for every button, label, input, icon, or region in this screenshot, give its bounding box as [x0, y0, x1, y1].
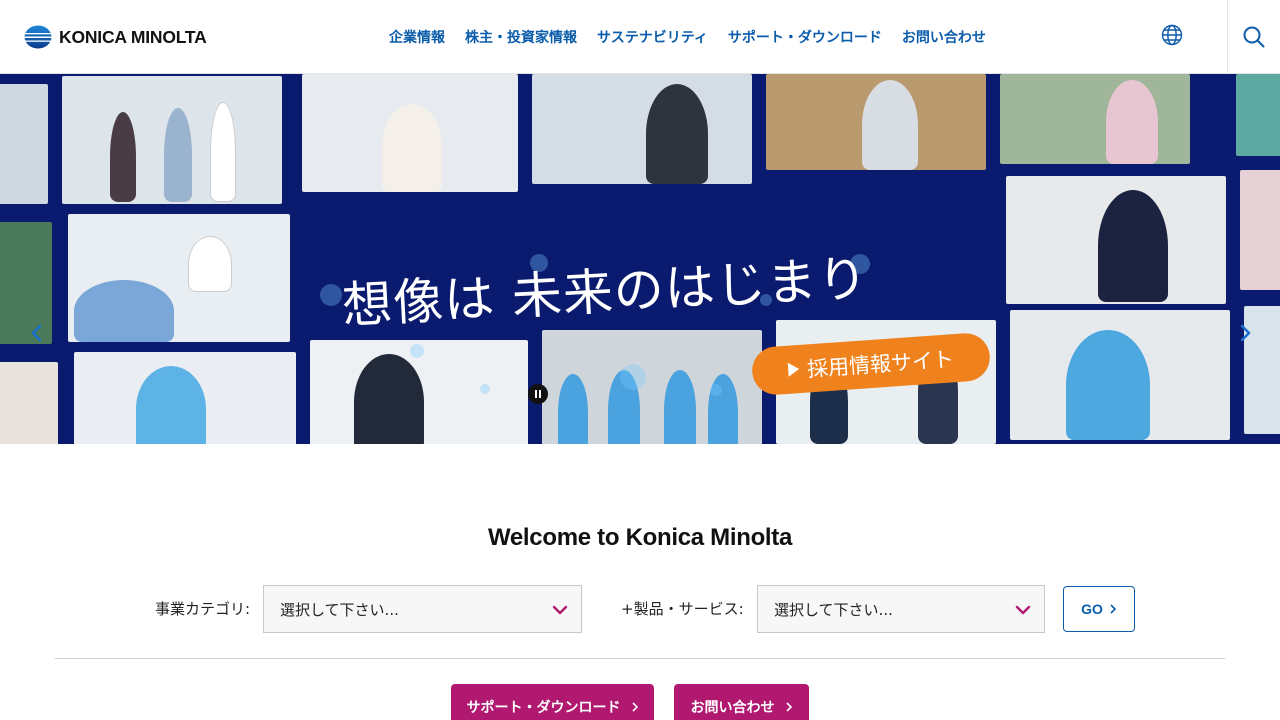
category-select[interactable]: 選択して下さい... [263, 585, 582, 633]
photo-tile [302, 74, 518, 192]
chevron-down-icon [1015, 605, 1031, 615]
go-button[interactable]: GO [1063, 586, 1135, 632]
section-divider [55, 658, 1225, 659]
konica-minolta-logo[interactable]: KONICA MINOLTA [24, 24, 207, 50]
photo-tile [1000, 74, 1190, 164]
nav-corporate-info[interactable]: 企業情報 [389, 28, 445, 48]
category-select-value: 選択して下さい... [280, 600, 399, 619]
support-download-label: サポート・ダウンロード [466, 700, 621, 716]
globe-icon[interactable] [1160, 23, 1184, 47]
product-label: +製品・サービス: [621, 600, 744, 618]
search-icon [1243, 26, 1265, 48]
nav-sustainability[interactable]: サステナビリティ [597, 28, 708, 48]
photo-tile [532, 74, 752, 184]
nav-investor-relations[interactable]: 株主・投資家情報 [465, 28, 577, 48]
photo-tile [1006, 176, 1226, 304]
chevron-right-icon[interactable] [1234, 322, 1256, 344]
chevron-right-icon [1110, 604, 1117, 614]
hero-headline-part1: 想像は [340, 269, 497, 335]
photo-tile [1236, 74, 1280, 156]
welcome-title: Welcome to Konica Minolta [487, 524, 793, 551]
global-nav: 企業情報 株主・投資家情報 サステナビリティ サポート・ダウンロード お問い合わ… [389, 28, 986, 48]
play-triangle-icon [787, 362, 800, 377]
nav-contact[interactable]: お問い合わせ [902, 28, 986, 48]
site-header: KONICA MINOLTA 企業情報 株主・投資家情報 サステナビリティ サポ… [0, 0, 1280, 74]
chevron-right-icon [631, 702, 638, 712]
nav-support-download[interactable]: サポート・ダウンロード [728, 28, 882, 48]
product-select-value: 選択して下さい... [774, 600, 893, 619]
photo-tile [0, 362, 58, 444]
contact-button[interactable]: お問い合わせ [674, 684, 809, 720]
contact-label: お問い合わせ [690, 700, 775, 716]
search-button[interactable] [1227, 0, 1280, 74]
chevron-down-icon [552, 605, 568, 615]
photo-tile [1010, 310, 1230, 440]
photo-tile [0, 84, 48, 204]
photo-tile [74, 352, 296, 444]
hero-carousel[interactable]: 想像は 未来のはじまり 採用情報サイト [0, 74, 1280, 444]
chevron-left-icon[interactable] [26, 322, 48, 344]
photo-tile [62, 76, 282, 204]
support-download-button[interactable]: サポート・ダウンロード [451, 684, 654, 720]
photo-tile [766, 74, 986, 170]
photo-tile [68, 214, 290, 342]
globe-logo-icon [24, 25, 52, 49]
chevron-right-icon [785, 702, 792, 712]
photo-tile [1240, 170, 1280, 290]
product-select[interactable]: 選択して下さい... [757, 585, 1045, 633]
category-label: 事業カテゴリ: [155, 600, 251, 618]
pause-icon[interactable] [528, 384, 548, 404]
logo-text: KONICA MINOLTA [59, 26, 207, 47]
go-label: GO [1081, 601, 1103, 617]
recruit-site-label: 採用情報サイト [806, 347, 955, 382]
